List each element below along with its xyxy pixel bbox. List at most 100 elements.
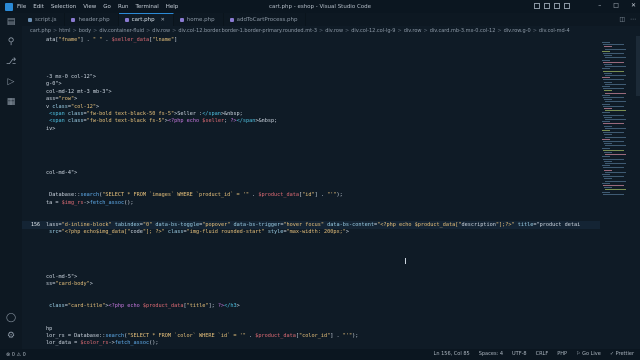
minimap-line <box>602 86 610 87</box>
tab-header-php[interactable]: header.php <box>65 13 119 26</box>
breadcrumb-item[interactable]: cart.php <box>30 28 51 34</box>
customize-layout-icon[interactable] <box>564 3 570 9</box>
php-file-icon <box>71 17 76 22</box>
menu-terminal[interactable]: Terminal <box>135 4 158 10</box>
minimap-line <box>604 134 612 136</box>
menu-help[interactable]: Help <box>166 4 179 10</box>
minimap-line <box>603 114 624 116</box>
minimap-line <box>604 169 612 171</box>
minimap-line <box>603 97 624 98</box>
minimap-line <box>602 165 610 167</box>
problems-indicator[interactable]: ⊗ 0 ⚠ 0 <box>6 352 26 358</box>
more-actions-icon[interactable]: ⋯ <box>630 16 636 23</box>
tab-label: cart.php <box>131 17 155 23</box>
menu-selection[interactable]: Selection <box>51 4 76 10</box>
minimap-line <box>603 158 624 160</box>
minimize-icon[interactable]: – <box>598 2 601 9</box>
toggle-primary-sidebar-icon[interactable] <box>534 3 540 9</box>
minimap-line <box>603 88 624 90</box>
editor-scrollbar[interactable] <box>636 36 640 96</box>
menu-run[interactable]: Run <box>118 4 129 10</box>
line-endings[interactable]: CRLF <box>536 351 549 357</box>
split-editor-icon[interactable]: ◫ <box>619 16 625 23</box>
minimap-line <box>602 156 610 158</box>
menu-go[interactable]: Go <box>103 4 111 10</box>
source-control-icon[interactable]: ⎇ <box>6 57 16 67</box>
tab-addtocartprocess-php[interactable]: addToCartProcess.php <box>224 13 307 26</box>
breadcrumb-separator-icon: > <box>146 28 151 34</box>
minimap-line <box>602 121 610 123</box>
editor-tabs: script.js header.php cart.php ✕ home.php… <box>22 13 640 26</box>
breadcrumb-item[interactable]: div.container-fluid <box>99 28 144 34</box>
breadcrumb-item[interactable]: div.card.mb-3.mx-0.col-12 <box>430 28 496 34</box>
minimap-line <box>605 154 626 156</box>
minimap-line <box>602 174 610 175</box>
prettier-status[interactable]: ✓ Prettier <box>610 351 634 357</box>
minimap-line <box>604 160 612 162</box>
breadcrumb-item[interactable]: div.col-12.border.border-1.border-primar… <box>178 28 317 34</box>
minimap-line <box>602 50 610 52</box>
minimap-line <box>604 187 612 189</box>
encoding[interactable]: UTF-8 <box>512 351 527 357</box>
minimap-line <box>604 55 612 57</box>
breadcrumb-item[interactable]: body <box>79 28 91 34</box>
js-file-icon <box>28 17 32 22</box>
minimap-line <box>602 130 610 131</box>
activity-bar: ▤ ⚲ ⎇ ▷ ▦ ◯ ⚙ <box>0 13 22 349</box>
indentation[interactable]: Spaces: 4 <box>479 351 503 357</box>
php-file-icon <box>179 17 184 22</box>
minimap-line <box>605 180 626 182</box>
settings-gear-icon[interactable]: ⚙ <box>6 331 16 341</box>
minimap-line <box>605 66 626 68</box>
minimap[interactable] <box>600 36 640 349</box>
minimap-line <box>602 77 610 79</box>
minimap-line <box>603 61 624 63</box>
go-live-button[interactable]: ⚐ Go Live <box>576 351 601 357</box>
toggle-secondary-sidebar-icon[interactable] <box>554 3 560 9</box>
code-line[interactable]: lor_data = $color_rs->fetch_assoc(); <box>22 339 600 347</box>
breadcrumb-item[interactable]: html <box>59 28 70 34</box>
tab-label: addToCartProcess.php <box>236 16 298 23</box>
minimap-line <box>602 68 610 70</box>
toggle-panel-icon[interactable] <box>544 3 550 9</box>
tab-script-js[interactable]: script.js <box>22 13 66 26</box>
extensions-icon[interactable]: ▦ <box>6 97 16 107</box>
cursor-position[interactable]: Ln 156, Col 85 <box>434 351 470 357</box>
tab-actions: ◫ ⋯ <box>619 16 636 23</box>
minimap-line <box>603 176 624 178</box>
minimap-line <box>605 92 626 94</box>
menu-edit[interactable]: Edit <box>33 4 44 10</box>
code-editor[interactable]: ata["fname"] . " " . $seller_data["lname… <box>22 36 600 349</box>
close-tab-icon[interactable]: ✕ <box>161 17 165 23</box>
breadcrumb-item[interactable]: div.col-12.col-lg-9 <box>351 28 395 34</box>
php-file-icon <box>124 18 129 22</box>
menu-file[interactable]: File <box>17 4 26 10</box>
breadcrumb-item[interactable]: div.col-md-4 <box>539 28 570 34</box>
close-icon[interactable]: ✕ <box>631 2 636 9</box>
minimap-line <box>604 46 612 48</box>
menu-view[interactable]: View <box>83 4 96 10</box>
minimap-line <box>603 141 624 142</box>
explorer-icon[interactable]: ▤ <box>6 17 16 27</box>
minimap-line <box>603 185 624 186</box>
minimap-line <box>603 53 624 54</box>
breadcrumb-item[interactable]: div.row <box>325 28 343 34</box>
minimap-line <box>602 59 610 61</box>
menu-bar: File Edit Selection View Go Run Terminal… <box>17 4 178 10</box>
run-debug-icon[interactable]: ▷ <box>6 77 16 87</box>
minimap-line <box>603 44 624 46</box>
breadcrumb-separator-icon: > <box>497 28 502 34</box>
search-icon[interactable]: ⚲ <box>6 37 16 47</box>
breadcrumb-item[interactable]: div.row <box>152 28 170 34</box>
language-mode[interactable]: PHP <box>557 351 567 357</box>
account-icon[interactable]: ◯ <box>6 313 16 323</box>
breadcrumb-item[interactable]: div.row <box>404 28 422 34</box>
tab-home-php[interactable]: home.php <box>174 13 224 26</box>
breadcrumb-item[interactable]: div.row.g-0 <box>504 28 531 34</box>
tab-cart-php[interactable]: cart.php ✕ <box>118 13 174 26</box>
minimap-line <box>605 75 626 76</box>
minimap-line <box>605 163 626 164</box>
maximize-icon[interactable]: □ <box>613 2 619 9</box>
minimap-line <box>603 70 624 72</box>
minimap-line <box>604 64 612 65</box>
